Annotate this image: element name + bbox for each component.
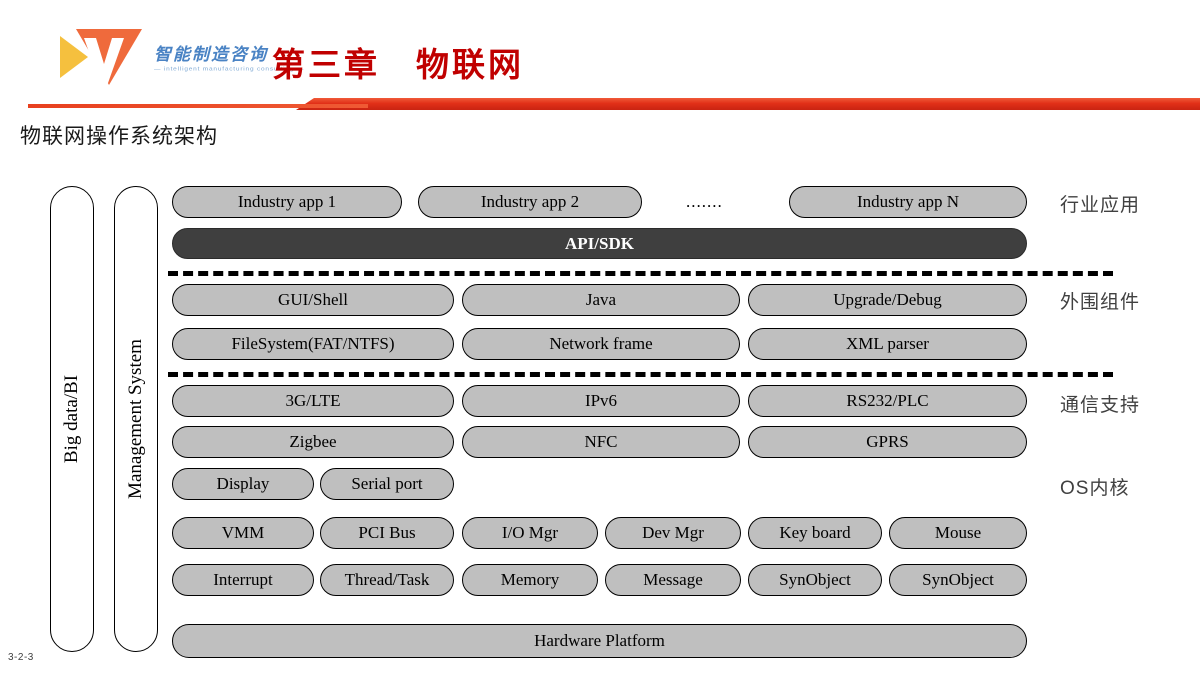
comm-rs232-plc: RS232/PLC (748, 385, 1027, 417)
peripheral-java: Java (462, 284, 740, 316)
side-label-os-kernel: OS内核 (1060, 478, 1130, 499)
comm-ipv6: IPv6 (462, 385, 740, 417)
hardware-platform-bar: Hardware Platform (172, 624, 1027, 658)
comm-gprs: GPRS (748, 426, 1027, 458)
api-sdk-bar: API/SDK (172, 228, 1027, 259)
kernel-key-board: Key board (748, 517, 882, 549)
kernel-synobject-2: SynObject (889, 564, 1027, 596)
slide-canvas: 智能制造咨询 — intelligent manufacturing consu… (0, 0, 1200, 675)
comm-3g-lte: 3G/LTE (172, 385, 454, 417)
logo-mark-icon (60, 29, 142, 85)
side-label-peripheral: 外围组件 (1060, 292, 1141, 313)
side-label-industry-apps: 行业应用 (1060, 195, 1141, 216)
header-divider-thick (296, 98, 1200, 110)
kernel-mouse: Mouse (889, 517, 1027, 549)
vertical-bar-management-system: Management System (114, 186, 158, 652)
kernel-io-mgr: I/O Mgr (462, 517, 598, 549)
peripheral-upgrade-debug: Upgrade/Debug (748, 284, 1027, 316)
kernel-dev-mgr: Dev Mgr (605, 517, 741, 549)
industry-app-1: Industry app 1 (172, 186, 402, 218)
vertical-bar-big-data: Big data/BI (50, 186, 94, 652)
company-logo: 智能制造咨询 — intelligent manufacturing consu… (58, 22, 303, 92)
vertical-bar-label: Management System (125, 339, 147, 499)
kernel-thread-task: Thread/Task (320, 564, 454, 596)
comm-nfc: NFC (462, 426, 740, 458)
industry-app-2: Industry app 2 (418, 186, 642, 218)
kernel-interrupt: Interrupt (172, 564, 314, 596)
kernel-display: Display (172, 468, 314, 500)
peripheral-gui-shell: GUI/Shell (172, 284, 454, 316)
logo-text-chinese: 智能制造咨询 (154, 45, 268, 64)
kernel-pci-bus: PCI Bus (320, 517, 454, 549)
slide-title: 第三章 物联网 (272, 46, 524, 83)
layer-separator-top (168, 271, 1113, 276)
peripheral-xml-parser: XML parser (748, 328, 1027, 360)
layer-separator-middle (168, 372, 1113, 377)
side-label-communication: 通信支持 (1060, 395, 1141, 416)
kernel-message: Message (605, 564, 741, 596)
page-number: 3-2-3 (8, 652, 34, 663)
vertical-bar-label: Big data/BI (61, 374, 83, 464)
comm-zigbee: Zigbee (172, 426, 454, 458)
header-divider-thin (28, 104, 368, 108)
industry-apps-ellipsis: ....... (686, 192, 723, 211)
peripheral-network-frame: Network frame (462, 328, 740, 360)
kernel-vmm: VMM (172, 517, 314, 549)
kernel-serial-port: Serial port (320, 468, 454, 500)
peripheral-filesystem: FileSystem(FAT/NTFS) (172, 328, 454, 360)
section-title: 物联网操作系统架构 (20, 125, 218, 148)
kernel-synobject-1: SynObject (748, 564, 882, 596)
industry-app-n: Industry app N (789, 186, 1027, 218)
kernel-memory: Memory (462, 564, 598, 596)
